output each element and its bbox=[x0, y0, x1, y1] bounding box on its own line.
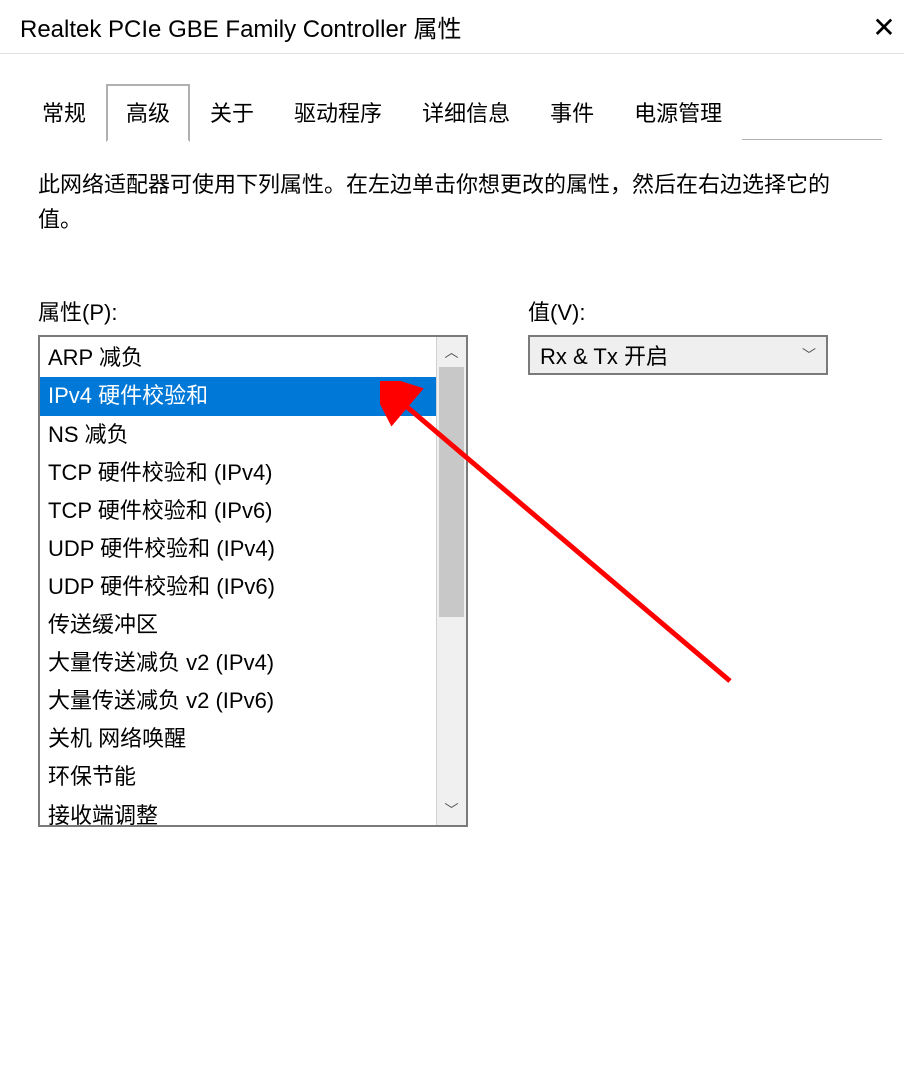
dropdown-selected-text: Rx & Tx 开启 bbox=[540, 339, 802, 371]
property-item[interactable]: 环保节能 bbox=[40, 758, 436, 796]
tab-general[interactable]: 常规 bbox=[22, 84, 106, 140]
tab-bar: 常规 高级 关于 驱动程序 详细信息 事件 电源管理 bbox=[0, 54, 904, 141]
scroll-track[interactable] bbox=[437, 367, 466, 795]
instruction-text: 此网络适配器可使用下列属性。在左边单击你想更改的属性，然后在右边选择它的值。 bbox=[38, 167, 866, 237]
chevron-down-icon: ﹀ bbox=[802, 345, 816, 365]
tab-power[interactable]: 电源管理 bbox=[614, 84, 742, 140]
chevron-up-icon: ︿ bbox=[445, 342, 459, 362]
property-item[interactable]: NS 减负 bbox=[40, 416, 436, 454]
value-dropdown[interactable]: Rx & Tx 开启 ﹀ bbox=[528, 335, 828, 375]
property-item[interactable]: TCP 硬件校验和 (IPv6) bbox=[40, 492, 436, 530]
property-item[interactable]: TCP 硬件校验和 (IPv4) bbox=[40, 454, 436, 492]
property-item[interactable]: 大量传送减负 v2 (IPv6) bbox=[40, 682, 436, 720]
tab-content: 此网络适配器可使用下列属性。在左边单击你想更改的属性，然后在右边选择它的值。 属… bbox=[0, 141, 904, 827]
scrollbar[interactable]: ︿ ﹀ bbox=[436, 337, 466, 825]
chevron-down-icon: ﹀ bbox=[445, 800, 459, 820]
close-icon: ✕ bbox=[872, 11, 895, 44]
tab-details[interactable]: 详细信息 bbox=[402, 84, 530, 140]
scroll-up-button[interactable]: ︿ bbox=[437, 337, 466, 367]
scroll-down-button[interactable]: ﹀ bbox=[437, 795, 466, 825]
property-listbox[interactable]: ARP 减负IPv4 硬件校验和NS 减负TCP 硬件校验和 (IPv4)TCP… bbox=[38, 335, 468, 827]
tab-about[interactable]: 关于 bbox=[190, 84, 274, 140]
property-item[interactable]: UDP 硬件校验和 (IPv6) bbox=[40, 568, 436, 606]
scroll-thumb[interactable] bbox=[439, 367, 464, 617]
property-item[interactable]: 关机 网络唤醒 bbox=[40, 720, 436, 758]
value-label: 值(V): bbox=[528, 295, 866, 327]
titlebar: Realtek PCIe GBE Family Controller 属性 ✕ bbox=[0, 0, 904, 54]
property-item[interactable]: 接收端调整 bbox=[40, 797, 436, 826]
tab-events[interactable]: 事件 bbox=[530, 84, 614, 140]
close-button[interactable]: ✕ bbox=[864, 0, 904, 54]
property-item[interactable]: 传送缓冲区 bbox=[40, 606, 436, 644]
property-item[interactable]: 大量传送减负 v2 (IPv4) bbox=[40, 644, 436, 682]
property-item[interactable]: IPv4 硬件校验和 bbox=[40, 377, 436, 415]
window-title: Realtek PCIe GBE Family Controller 属性 bbox=[20, 9, 461, 44]
property-item[interactable]: ARP 减负 bbox=[40, 339, 436, 377]
tab-driver[interactable]: 驱动程序 bbox=[274, 84, 402, 140]
tab-advanced[interactable]: 高级 bbox=[106, 84, 190, 142]
property-label: 属性(P): bbox=[38, 295, 468, 327]
property-item[interactable]: UDP 硬件校验和 (IPv4) bbox=[40, 530, 436, 568]
